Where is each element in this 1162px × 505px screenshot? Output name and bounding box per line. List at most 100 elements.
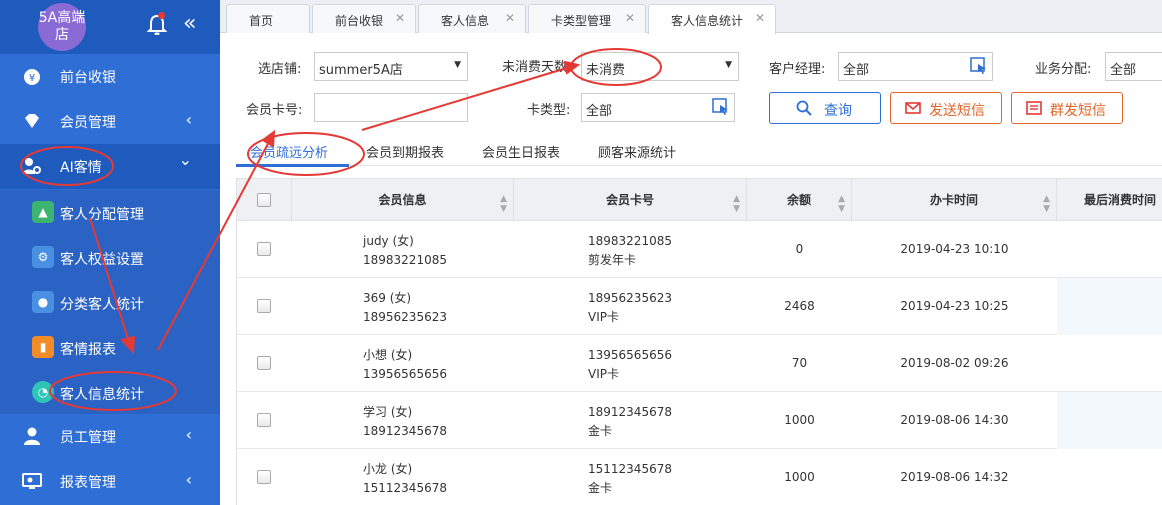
tab-cashier[interactable]: 前台收银 ✕: [312, 4, 416, 33]
chevron-left-icon: ‹: [185, 470, 192, 489]
header-balance[interactable]: 余额 ▲ ▼: [747, 179, 852, 221]
menu-item-cashier[interactable]: ¥ 前台收银: [0, 54, 220, 99]
header-select-all: [237, 179, 292, 221]
close-icon[interactable]: ✕: [395, 11, 405, 25]
store-select[interactable]: summer5A店 ▼: [314, 52, 468, 81]
tab-card-type[interactable]: 卡类型管理 ✕: [528, 4, 646, 33]
message-list-icon: [1026, 101, 1042, 115]
row-select-cell: [237, 335, 292, 392]
header-label: 会员信息: [378, 193, 427, 207]
member-phone: 13956565656: [363, 367, 447, 381]
tab-label: 首页: [249, 14, 274, 28]
menu-label: AI客情: [60, 160, 102, 176]
subtab-expiry[interactable]: 会员到期报表: [366, 142, 444, 161]
sort-icon[interactable]: ▲ ▼: [733, 179, 740, 214]
close-icon[interactable]: ✕: [625, 11, 635, 25]
gear-icon: ⚙: [32, 246, 54, 268]
row-checkbox[interactable]: [257, 356, 271, 370]
menu-item-staff[interactable]: 员工管理 ‹: [0, 414, 220, 459]
menu-item-reports[interactable]: 报表管理 ‹: [0, 459, 220, 504]
picker-cursor-icon[interactable]: [970, 57, 988, 75]
submenu-item-assign[interactable]: ▲ 客人分配管理: [0, 190, 220, 235]
menu-label: 前台收银: [60, 70, 116, 86]
card-number: 15112345678: [588, 462, 672, 476]
days-select[interactable]: 未消费 ▼: [581, 52, 739, 81]
member-phone: 15112345678: [363, 481, 447, 495]
table-row[interactable]: 小龙 (女) 15112345678 15112345678 金卡 1000 2019-0…: [237, 449, 1162, 505]
menu-label: 报表管理: [60, 475, 116, 491]
submenu-item-category[interactable]: ● 分类客人统计: [0, 280, 220, 325]
tab-home[interactable]: 首页: [226, 4, 310, 33]
sort-icon[interactable]: ▲ ▼: [500, 179, 507, 214]
submenu-item-rights[interactable]: ⚙ 客人权益设置: [0, 235, 220, 280]
card-type-select[interactable]: 全部: [581, 93, 735, 122]
tab-label: 前台收银: [335, 14, 384, 28]
submenu-item-report[interactable]: ▮ 客情报表: [0, 325, 220, 370]
diamond-icon: [25, 114, 39, 128]
subtab-source[interactable]: 顾客来源统计: [598, 142, 676, 161]
tab-bar: 首页 前台收银 ✕ 客人信息 ✕ 卡类型管理 ✕ 客人信息统计 ✕: [220, 0, 1162, 34]
submenu-label: 分类客人统计: [60, 297, 144, 313]
sort-icon[interactable]: ▲ ▼: [838, 179, 845, 214]
header-label: 会员卡号: [605, 193, 654, 207]
close-icon[interactable]: ✕: [755, 11, 765, 25]
card-cell: 18956235623 VIP卡: [514, 278, 747, 335]
group-sms-button[interactable]: 群发短信: [1011, 92, 1123, 124]
row-select-cell: [237, 221, 292, 278]
open-date-cell: 2019-08-02 09:26: [852, 335, 1057, 392]
chevron-left-icon: ‹: [185, 110, 192, 129]
tab-guest-info[interactable]: 客人信息 ✕: [418, 4, 526, 33]
sidebar-header: 5A高端店 «: [0, 0, 220, 54]
tab-guest-stats[interactable]: 客人信息统计 ✕: [648, 4, 776, 34]
ai-submenu: ▲ 客人分配管理 ⚙ 客人权益设置 ● 分类客人统计 ▮ 客情报表 ◔ 客人信息…: [0, 190, 220, 414]
assign-label: 业务分配:: [1035, 62, 1092, 77]
card-type: 金卡: [588, 424, 613, 438]
money-bag-icon: ¥: [24, 69, 40, 85]
card-no-input[interactable]: [314, 93, 468, 122]
header-open-date[interactable]: 办卡时间 ▲ ▼: [852, 179, 1057, 221]
row-checkbox[interactable]: [257, 299, 271, 313]
card-cell: 15112345678 金卡: [514, 449, 747, 505]
store-logo[interactable]: 5A高端店: [38, 3, 86, 51]
table-row[interactable]: 小想 (女) 13956565656 13956565656 VIP卡 70 2019-0…: [237, 335, 1162, 392]
table-row[interactable]: judy (女) 18983221085 18983221085 剪发年卡 0 2019-…: [237, 221, 1162, 278]
header-card-no[interactable]: 会员卡号 ▲ ▼: [514, 179, 747, 221]
menu-item-ai[interactable]: AI客情 ⌄: [0, 144, 220, 189]
member-table: 会员信息 ▲ ▼ 会员卡号 ▲ ▼ 余额 ▲ ▼ 办卡时间 ▲ ▼ 最后消费时间 jud…: [236, 178, 1162, 505]
row-checkbox[interactable]: [257, 413, 271, 427]
open-date-value: 2019-04-23 10:10: [900, 242, 1009, 256]
member-phone: 18956235623: [363, 310, 447, 324]
send-sms-button[interactable]: 发送短信: [890, 92, 1002, 124]
select-all-checkbox[interactable]: [257, 193, 271, 207]
subtab-estrangement[interactable]: 会员疏远分析: [250, 142, 328, 161]
caret-down-icon: ▼: [725, 60, 732, 70]
member-phone: 18983221085: [363, 253, 447, 267]
row-checkbox[interactable]: [257, 470, 271, 484]
close-icon[interactable]: ✕: [505, 11, 515, 25]
manager-select[interactable]: 全部: [838, 52, 993, 81]
header-member-info[interactable]: 会员信息 ▲ ▼: [292, 179, 514, 221]
assign-select[interactable]: 全部: [1105, 52, 1162, 81]
card-type: VIP卡: [588, 310, 619, 324]
submenu-item-stats[interactable]: ◔ 客人信息统计: [0, 370, 220, 415]
member-phone: 18912345678: [363, 424, 447, 438]
header-last-consume[interactable]: 最后消费时间: [1057, 179, 1162, 221]
sort-icon[interactable]: ▲ ▼: [1043, 179, 1050, 214]
svg-text:¥: ¥: [29, 73, 35, 84]
header-label: 办卡时间: [929, 193, 978, 207]
query-button[interactable]: 查询: [769, 92, 881, 124]
collapse-sidebar-icon[interactable]: «: [183, 10, 196, 38]
picker-cursor-icon[interactable]: [712, 98, 730, 116]
balance-value: 1000: [784, 413, 815, 427]
subtab-birthday[interactable]: 会员生日报表: [482, 142, 560, 161]
balance-value: 1000: [784, 470, 815, 484]
member-name: 学习 (女): [363, 405, 413, 419]
users-gear-icon: [23, 158, 41, 174]
table-row[interactable]: 369 (女) 18956235623 18956235623 VIP卡 2468 201…: [237, 278, 1162, 335]
tab-label: 客人信息统计: [671, 14, 744, 28]
member-info-cell: 小龙 (女) 15112345678: [292, 449, 514, 505]
table-row[interactable]: 学习 (女) 18912345678 18912345678 金卡 1000 2019-0…: [237, 392, 1162, 449]
balance-value: 70: [791, 356, 808, 370]
menu-item-member[interactable]: 会员管理 ‹: [0, 99, 220, 144]
row-checkbox[interactable]: [257, 242, 271, 256]
